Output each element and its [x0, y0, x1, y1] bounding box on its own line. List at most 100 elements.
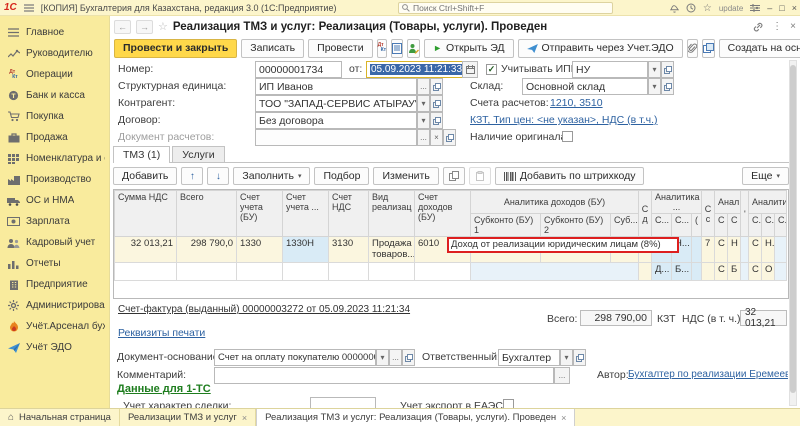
favorite-star-icon[interactable]: ☆ [158, 20, 168, 33]
taskbar-tab-current[interactable]: Реализация ТМЗ и услуг: Реализация (Това… [256, 409, 575, 426]
structural-unit-field[interactable]: ИП Иванов [255, 78, 417, 95]
create-on-basis-button[interactable]: Создать на основании▾ [719, 39, 800, 58]
sidebar-item-fixed-assets[interactable]: ОС и НМА [0, 190, 109, 211]
invoice-link[interactable]: Счет-фактура (выданный) 00000003272 от 0… [118, 304, 410, 315]
group-analytics-4[interactable]: Аналити... [749, 191, 787, 214]
move-row-up-button[interactable]: ↑ [181, 167, 203, 185]
basis-doc-field[interactable]: Счет на оплату покупателю 00000000226 от… [214, 349, 376, 366]
responsible-dropdown-button[interactable]: ▾ [560, 349, 573, 366]
counterparty-dropdown-button[interactable]: ▾ [417, 95, 430, 112]
col-c1[interactable]: С [715, 214, 728, 237]
notifications-bell-icon[interactable] [670, 3, 679, 13]
vertical-scrollbar[interactable] [789, 60, 797, 406]
global-search[interactable] [398, 2, 613, 14]
responsible-open-icon[interactable] [573, 349, 586, 366]
ipn-field[interactable]: НУ [572, 61, 648, 78]
print-details-link[interactable]: Реквизиты печати [118, 327, 205, 339]
sidebar-item-salary[interactable]: Зарплата [0, 211, 109, 232]
group-income-analytics[interactable]: Аналитика доходов (БУ) [471, 191, 639, 214]
sidebar-item-main[interactable]: Главное [0, 22, 109, 43]
update-label[interactable]: update [719, 4, 743, 13]
ipn-open-icon[interactable] [661, 61, 674, 78]
pick-button[interactable]: Подбор [314, 167, 369, 185]
tab-services[interactable]: Услуги [172, 146, 224, 162]
col-d2[interactable]: С. [762, 214, 775, 237]
paste-rows-button[interactable] [469, 167, 491, 185]
col-c2[interactable]: С [728, 214, 741, 237]
get-link-icon[interactable] [753, 22, 764, 32]
nav-forward-button[interactable]: → [136, 20, 153, 34]
close-form-icon[interactable]: × [790, 21, 796, 32]
date-field[interactable]: 05.09.2023 11:21:33 [366, 61, 463, 78]
basis-select-button[interactable]: ... [389, 349, 402, 366]
compare-windows-button[interactable] [702, 39, 715, 58]
col-account-nds[interactable]: Счет НДС [329, 191, 369, 237]
responsible-field[interactable]: Бухгалтер [498, 349, 560, 366]
settlement-accounts-link[interactable]: 1210, 3510 [550, 97, 603, 109]
sidebar-item-enterprise[interactable]: Предприятие [0, 274, 109, 295]
favorites-star-icon[interactable]: ☆ [703, 3, 712, 14]
col-subconto2[interactable]: Субконто (БУ) 2 [541, 214, 611, 237]
comment-expand-button[interactable]: ... [554, 367, 570, 384]
settlement-doc-select-button[interactable]: ... [417, 129, 430, 146]
col-ss[interactable]: С с [702, 191, 715, 237]
original-present-checkbox[interactable] [562, 131, 573, 142]
table-more-button[interactable]: Еще▾ [742, 167, 789, 185]
col-d1[interactable]: С. [749, 214, 762, 237]
col-total[interactable]: Всего [177, 191, 237, 237]
edit-responsible-button[interactable] [407, 39, 420, 58]
search-input[interactable] [413, 3, 609, 13]
change-button[interactable]: Изменить [373, 167, 438, 185]
nav-back-button[interactable]: ← [114, 20, 131, 34]
unit-select-button[interactable]: ... [417, 78, 430, 95]
highlighted-subconto-value[interactable]: Доход от реализации юридическим лицам (8… [447, 237, 679, 253]
taskbar-tab-list[interactable]: Реализации ТМЗ и услуг × [120, 409, 256, 426]
main-menu-burger-icon[interactable] [22, 2, 36, 14]
sidebar-item-manager[interactable]: Руководителю [0, 43, 109, 64]
col-s1[interactable]: С... [652, 214, 672, 237]
document-structure-button[interactable] [391, 39, 403, 58]
move-row-down-button[interactable]: ↓ [207, 167, 229, 185]
write-button[interactable]: Записать [241, 39, 304, 58]
basis-dropdown-button[interactable]: ▾ [376, 349, 389, 366]
settlement-doc-open-icon[interactable] [443, 129, 456, 146]
ipn-dropdown-button[interactable]: ▾ [648, 61, 661, 78]
col-sd[interactable]: С д [639, 191, 652, 237]
unit-open-icon[interactable] [430, 78, 443, 95]
col-subconto1[interactable]: Субконто (БУ) 1 [471, 214, 541, 237]
contract-dropdown-button[interactable]: ▾ [417, 112, 430, 129]
close-window-button[interactable]: × [792, 3, 797, 13]
close-tab-icon[interactable]: × [561, 413, 566, 423]
minimize-button[interactable]: – [767, 3, 772, 13]
calendar-icon[interactable] [462, 61, 478, 78]
sidebar-item-hr[interactable]: Кадровый учет [0, 232, 109, 253]
sidebar-item-operations[interactable]: ДтКт Операции [0, 64, 109, 85]
col-d3[interactable]: С. [775, 214, 787, 237]
sidebar-item-reports[interactable]: Отчеты [0, 253, 109, 274]
col-par[interactable]: ( [692, 214, 702, 237]
copy-rows-button[interactable] [443, 167, 465, 185]
col-s2[interactable]: С... [672, 214, 692, 237]
sidebar-item-administration[interactable]: Администрирование [0, 295, 109, 316]
fill-button[interactable]: Заполнить▾ [233, 167, 310, 185]
scrollbar-thumb[interactable] [790, 65, 796, 393]
counterparty-open-icon[interactable] [430, 95, 443, 112]
col-income-account[interactable]: Счет доходов (БУ) [415, 191, 471, 237]
table-row-line2[interactable]: Д... Б... С Б С О [115, 263, 787, 281]
sidebar-item-production[interactable]: Производство [0, 169, 109, 190]
close-tab-icon[interactable]: × [242, 413, 247, 423]
contract-open-icon[interactable] [430, 112, 443, 129]
currency-price-type-link[interactable]: КЗТ, Тип цен: <не указан>, НДС (в т.ч.) [470, 114, 658, 126]
col-subconto3[interactable]: Суб... [611, 214, 639, 237]
attachments-paperclip-button[interactable] [687, 39, 698, 58]
send-via-edo-button[interactable]: Отправить через Учет.ЭДО [518, 39, 683, 58]
sidebar-item-sales[interactable]: Продажа [0, 127, 109, 148]
group-analytics-2[interactable]: Аналитика ... [652, 191, 702, 214]
counterparty-field[interactable]: ТОО "ЗАПАД-СЕРВИС АТЫРАУ" [255, 95, 417, 112]
add-by-barcode-button[interactable]: Добавить по штрихкоду [495, 167, 645, 185]
col-sum-nds[interactable]: Сумма НДС [115, 191, 177, 237]
tc-data-header-link[interactable]: Данные для 1-ТС [117, 383, 211, 395]
post-and-close-button[interactable]: Провести и закрыть [114, 39, 237, 58]
more-kebab-icon[interactable]: ⋮ [772, 21, 782, 32]
col-account-2[interactable]: Счет учета ... [283, 191, 329, 237]
